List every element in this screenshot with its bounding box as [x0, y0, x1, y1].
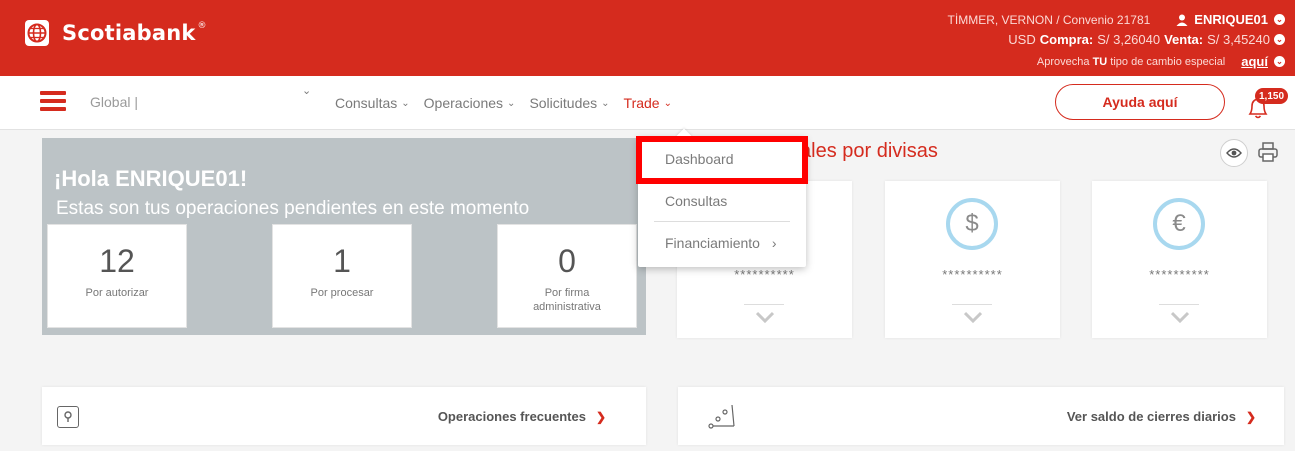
divider [744, 304, 784, 305]
masked-balance: ********** [734, 267, 795, 282]
notification-badge: 1,150 [1255, 88, 1289, 104]
chevron-down-icon[interactable] [1171, 311, 1189, 323]
fx-buy-value: S/ 3,26040 [1097, 32, 1161, 47]
divider [1159, 304, 1199, 305]
fx-chevron-icon[interactable]: ⌄ [1274, 34, 1285, 45]
frequent-operations-card[interactable]: Operaciones frecuentes ❯ [42, 387, 646, 445]
notifications-bell[interactable]: 1,150 [1243, 88, 1289, 120]
main-nav: Global | ⌄ Consultas ⌄ Operaciones ⌄ Solic… [0, 76, 1295, 130]
scotiabank-globe-icon [22, 18, 52, 48]
greeting-subtitle: Estas son tus operaciones pendientes en … [56, 198, 530, 219]
dropdown-arrow [675, 128, 693, 146]
chevron-down-icon: ⌄ [401, 97, 410, 109]
top-bar: Scotiabank ® TİMMER, VERNON / Convenio 21… [0, 0, 1295, 76]
chevron-down-icon[interactable] [964, 311, 982, 323]
stat-value: 0 [558, 243, 576, 279]
stat-value: 12 [99, 243, 135, 279]
brand-name: Scotiabank ® [62, 21, 207, 45]
hamburger-menu-icon[interactable] [40, 91, 66, 111]
daily-closing-card[interactable]: Ver saldo de cierres diarios ❯ [678, 387, 1284, 445]
stat-card-por-autorizar[interactable]: 12 Por autorizar [47, 224, 187, 328]
chevron-down-icon: ❯ [595, 409, 606, 424]
nav-item-trade[interactable]: Trade ⌄ [624, 95, 672, 111]
balances-title: ales por divisas [800, 140, 938, 162]
user-line: TİMMER, VERNON / Convenio 21781 ENRIQUE0… [948, 12, 1285, 27]
divider [952, 304, 992, 305]
stat-value: 1 [333, 243, 351, 279]
scotiabank-logo[interactable]: Scotiabank ® [22, 18, 207, 48]
fx-rate-line: USD Compra: S/ 3,26040 Venta: S/ 3,45240… [1008, 32, 1285, 47]
chevron-down-icon: ⌄ [663, 97, 672, 109]
chevron-down-icon: ⌄ [507, 97, 516, 109]
global-label[interactable]: Global | [90, 94, 138, 110]
print-button[interactable] [1256, 140, 1282, 166]
euro-icon: € [1153, 198, 1205, 250]
stat-label: Por procesar [310, 287, 374, 299]
nav-item-operaciones[interactable]: Operaciones ⌄ [424, 95, 516, 111]
promo-chevron-icon[interactable]: ⌄ [1274, 56, 1285, 67]
chevron-down-icon[interactable]: ⌄ [302, 84, 311, 97]
stat-card-por-procesar[interactable]: 1 Por procesar [272, 224, 412, 328]
fx-currency: USD [1008, 32, 1036, 47]
fx-buy-label: Compra: [1039, 32, 1094, 47]
promo-line: Aprovecha TU tipo de cambio especial aqu… [1037, 54, 1285, 69]
page: Scotiabank ® TİMMER, VERNON / Convenio 21… [0, 0, 1295, 451]
promo-text: Aprovecha TU tipo de cambio especial [1036, 55, 1226, 68]
greeting-title: ¡Hola ENRIQUE01! [54, 166, 248, 191]
promo-link[interactable]: aquí [1241, 54, 1268, 69]
eye-icon [1226, 148, 1242, 158]
client-info: TİMMER, VERNON / Convenio 21781 [947, 12, 1151, 27]
stat-label: Por firma administrativa [533, 287, 601, 313]
daily-closing-toggle[interactable]: Ver saldo de cierres diarios ❯ [1067, 409, 1256, 424]
masked-balance: ********** [942, 267, 1003, 282]
keyhole-icon [57, 406, 79, 428]
user-menu[interactable]: ENRIQUE01 [1194, 12, 1268, 27]
stat-label: Por autorizar [85, 287, 149, 299]
frequent-operations-toggle[interactable]: Operaciones frecuentes ❯ [438, 409, 606, 424]
nav-item-solicitudes[interactable]: Solicitudes ⌄ [529, 95, 609, 111]
masked-balance: ********** [1149, 267, 1210, 282]
printer-icon [1258, 142, 1278, 162]
balance-card-euro[interactable]: € ********** [1092, 181, 1267, 338]
dropdown-item-consultas[interactable]: Consultas [638, 193, 806, 209]
fx-sell-value: S/ 3,45240 [1207, 32, 1270, 47]
fx-sell-label: Venta: [1164, 32, 1204, 47]
chevron-down-icon[interactable] [756, 311, 774, 323]
show-balance-button[interactable] [1220, 139, 1248, 167]
balance-card-dollar[interactable]: $ ********** [885, 181, 1060, 338]
nav-item-consultas[interactable]: Consultas ⌄ [335, 95, 410, 111]
trade-dropdown: Dashboard Consultas Financiamiento › [638, 128, 806, 267]
chevron-down-icon: ❯ [1245, 409, 1256, 424]
dollar-icon: $ [946, 198, 998, 250]
stat-card-por-firma[interactable]: 0 Por firma administrativa [497, 224, 637, 328]
help-button[interactable]: Ayuda aquí [1055, 84, 1225, 120]
dropdown-separator [654, 221, 790, 222]
user-chevron-icon[interactable]: ⌄ [1274, 14, 1285, 25]
dropdown-item-dashboard[interactable]: Dashboard [638, 151, 806, 167]
chevron-right-icon: › [771, 235, 777, 251]
dropdown-item-financiamiento[interactable]: Financiamiento › [638, 235, 806, 251]
growth-chart-icon [708, 404, 735, 429]
nav-menu: Consultas ⌄ Operaciones ⌄ Solicitudes ⌄ Tra… [335, 95, 672, 111]
user-icon [1176, 14, 1188, 26]
chevron-down-icon: ⌄ [601, 97, 610, 109]
